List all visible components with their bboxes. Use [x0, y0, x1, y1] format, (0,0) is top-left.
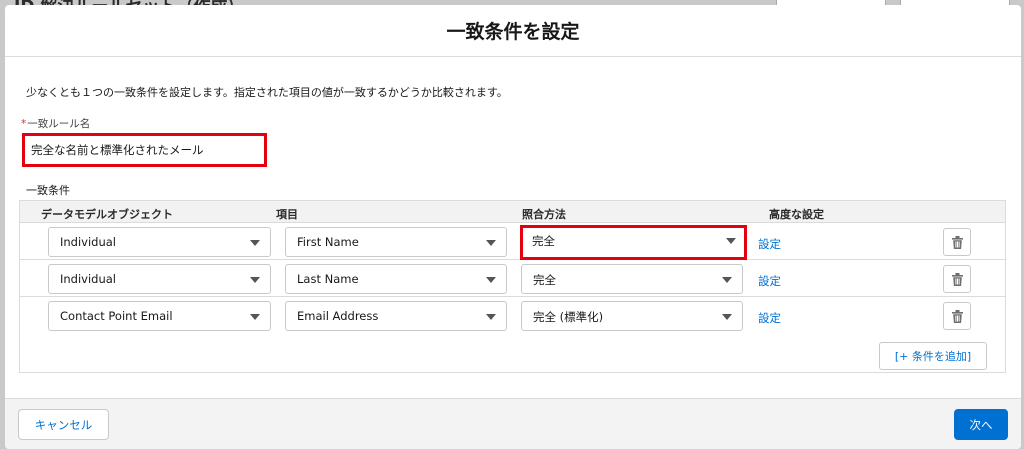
- object-select[interactable]: Contact Point Email: [48, 301, 271, 331]
- method-select[interactable]: 完全: [521, 264, 743, 294]
- rule-name-input[interactable]: [22, 133, 267, 167]
- cancel-button[interactable]: キャンセル: [18, 409, 109, 440]
- header-object: データモデルオブジェクト: [41, 208, 173, 221]
- method-select-value: 完全: [533, 273, 556, 287]
- next-button[interactable]: 次へ: [954, 409, 1008, 440]
- rule-name-label: *一致ルール名: [21, 116, 90, 131]
- table-row: Individual Last Name 完全 設定: [20, 260, 1005, 297]
- conditions-table: データモデルオブジェクト 項目 照合方法 高度な設定 Individual Fi…: [19, 200, 1006, 373]
- method-select[interactable]: 完全: [520, 225, 747, 260]
- required-marker: *: [21, 118, 27, 130]
- table-header-row: データモデルオブジェクト 項目 照合方法 高度な設定: [20, 201, 1005, 223]
- modal-body: 少なくとも１つの一致条件を設定します。指定された項目の値が一致するかどうか比較さ…: [5, 57, 1021, 398]
- advanced-settings-link[interactable]: 設定: [758, 310, 781, 326]
- method-select-value: 完全: [532, 234, 555, 248]
- object-select-value: Individual: [60, 272, 117, 286]
- field-select-value: First Name: [297, 235, 359, 249]
- table-row: Contact Point Email Email Address 完全 (標準…: [20, 297, 1005, 334]
- field-select[interactable]: Email Address: [285, 301, 507, 331]
- trash-icon: [952, 310, 963, 323]
- delete-row-button[interactable]: [943, 265, 971, 293]
- header-advanced: 高度な設定: [769, 208, 824, 221]
- modal-description: 少なくとも１つの一致条件を設定します。指定された項目の値が一致するかどうか比較さ…: [26, 86, 508, 99]
- table-row: Individual First Name 完全 設定: [20, 223, 1005, 260]
- field-select[interactable]: First Name: [285, 227, 507, 257]
- chevron-down-icon: [486, 240, 496, 246]
- delete-row-button[interactable]: [943, 228, 971, 256]
- trash-icon: [952, 236, 963, 249]
- object-select[interactable]: Individual: [48, 264, 271, 294]
- chevron-down-icon: [722, 314, 732, 320]
- advanced-settings-link[interactable]: 設定: [758, 236, 781, 252]
- modal-header: 一致条件を設定: [5, 5, 1021, 57]
- trash-icon: [952, 273, 963, 286]
- object-select[interactable]: Individual: [48, 227, 271, 257]
- field-select-value: Last Name: [297, 272, 359, 286]
- field-select-value: Email Address: [297, 309, 379, 323]
- object-select-value: Individual: [60, 235, 117, 249]
- method-select-value: 完全 (標準化): [533, 310, 604, 324]
- field-select[interactable]: Last Name: [285, 264, 507, 294]
- object-select-value: Contact Point Email: [60, 309, 173, 323]
- modal-footer: キャンセル 次へ: [5, 398, 1021, 449]
- match-condition-modal: 一致条件を設定 少なくとも１つの一致条件を設定します。指定された項目の値が一致す…: [5, 5, 1021, 449]
- header-field: 項目: [276, 208, 298, 221]
- delete-row-button[interactable]: [943, 302, 971, 330]
- chevron-down-icon: [250, 240, 260, 246]
- rule-name-label-text: 一致ルール名: [27, 118, 91, 130]
- chevron-down-icon: [726, 238, 736, 244]
- chevron-down-icon: [250, 314, 260, 320]
- advanced-settings-link[interactable]: 設定: [758, 273, 781, 289]
- method-select[interactable]: 完全 (標準化): [521, 301, 743, 331]
- chevron-down-icon: [486, 314, 496, 320]
- chevron-down-icon: [722, 277, 732, 283]
- chevron-down-icon: [250, 277, 260, 283]
- header-method: 照合方法: [522, 208, 566, 221]
- add-condition-button[interactable]: [+ 条件を追加]: [879, 342, 987, 370]
- chevron-down-icon: [486, 277, 496, 283]
- conditions-section-label: 一致条件: [26, 184, 70, 197]
- modal-title: 一致条件を設定: [446, 21, 580, 43]
